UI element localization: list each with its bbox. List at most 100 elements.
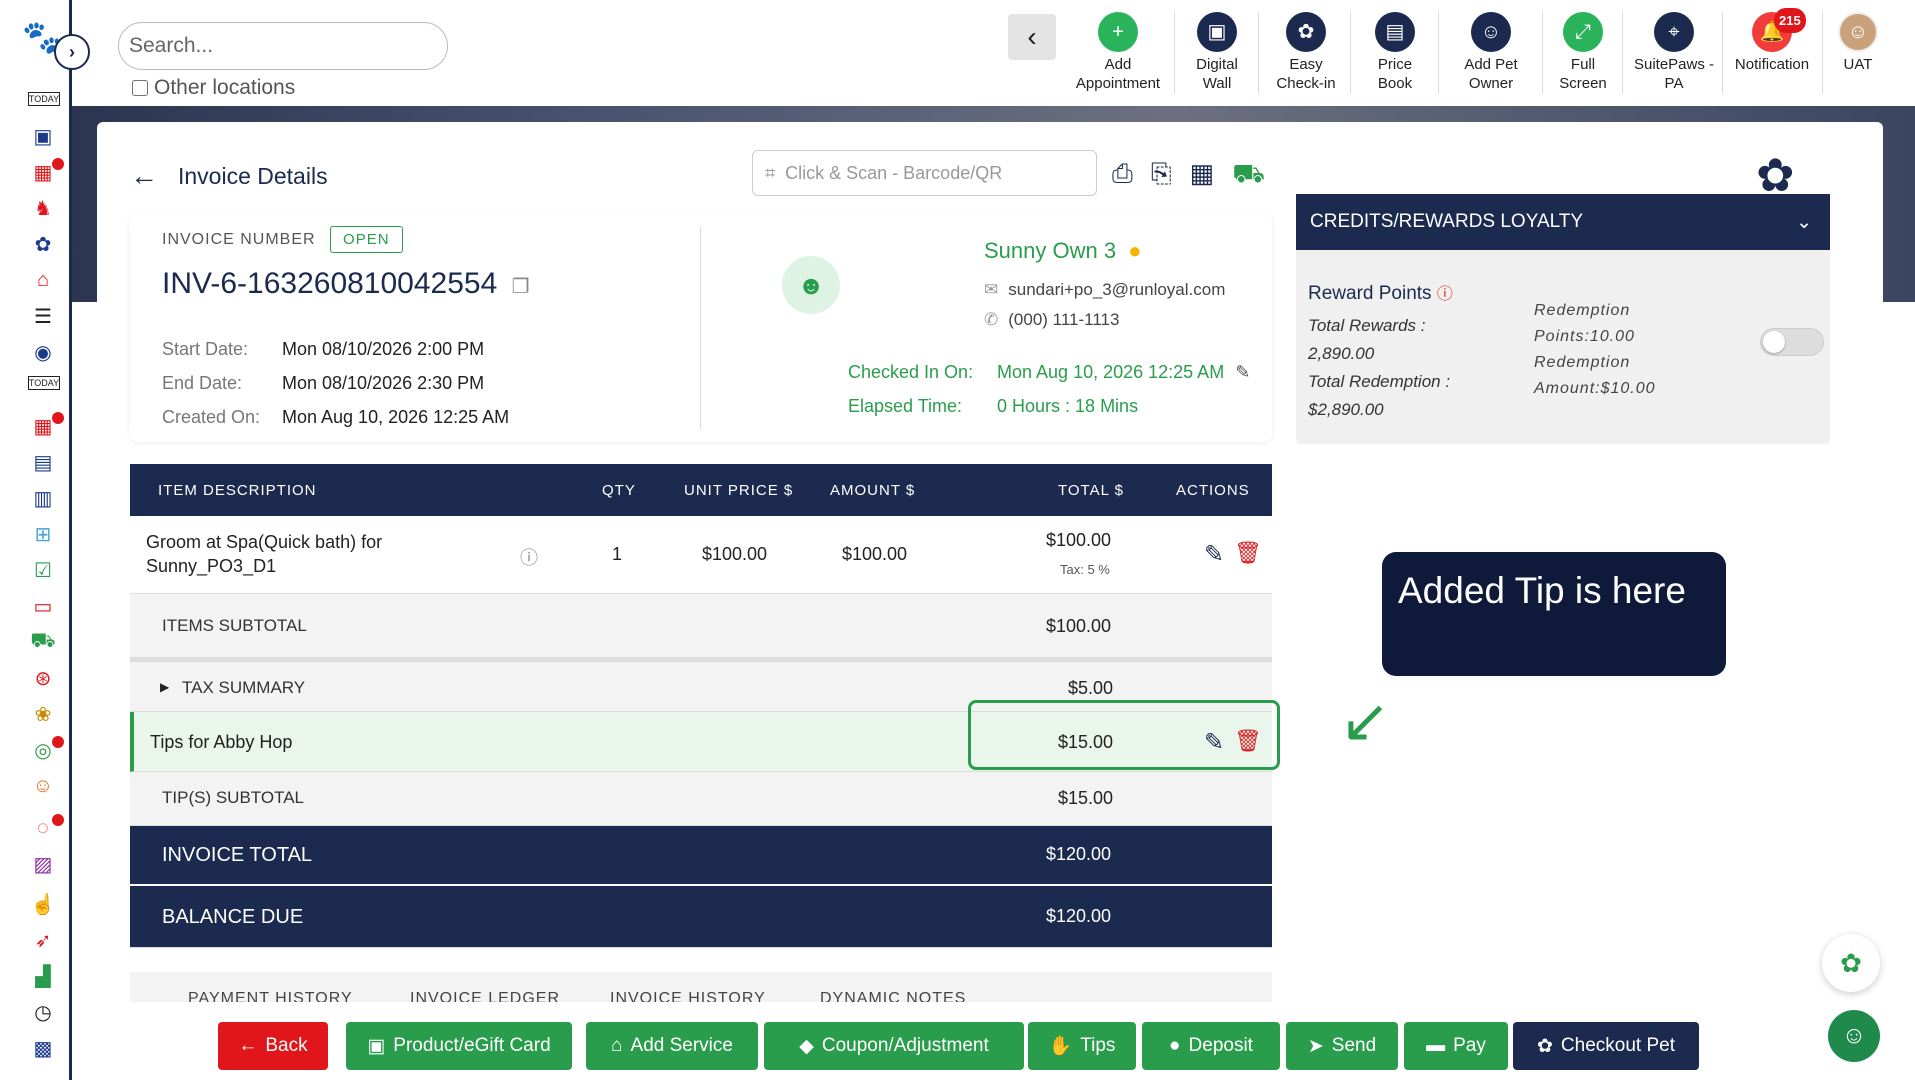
- back-arrow-icon[interactable]: ←: [130, 160, 158, 192]
- item-desc-line2: Sunny_PO3_D1: [146, 556, 277, 576]
- store-icon[interactable]: ⌂: [28, 266, 58, 294]
- chat-icon[interactable]: ◌: [28, 814, 64, 842]
- checked-in-value: Mon Aug 10, 2026 12:25 AM: [997, 362, 1225, 382]
- team-icon[interactable]: ▩: [28, 1034, 58, 1062]
- add-user-icon: ☺: [1471, 12, 1511, 52]
- info-alert-icon[interactable]: ⓘ: [1437, 286, 1453, 303]
- other-locations-checkbox[interactable]: Other locations: [132, 76, 295, 100]
- cart-icon[interactable]: ⛟: [28, 628, 58, 656]
- invoice-number-row: INVOICE NUMBER OPEN INV-6-16326081004255…: [162, 226, 530, 301]
- customer-email: sundari+po_3@runloyal.com: [1008, 280, 1226, 299]
- calendar-grid-icon[interactable]: ▤: [28, 448, 58, 476]
- item-qty: 1: [612, 544, 623, 564]
- suitepaws-label: SuitePaws - PA: [1633, 56, 1715, 92]
- pet-search-icon[interactable]: ◉: [28, 338, 58, 366]
- elapsed-value: 0 Hours : 18 Mins: [997, 396, 1139, 416]
- pay-button[interactable]: ▬ Pay: [1404, 1022, 1508, 1070]
- balance-due-row: BALANCE DUE $120.00: [130, 886, 1272, 948]
- calendar-alert-icon[interactable]: ▦: [28, 412, 64, 440]
- reward-points-label: Reward Points ⓘ: [1308, 280, 1453, 305]
- header-actions: ⎙ ⎘ ▦ ⛟: [1112, 158, 1265, 193]
- table-row: Groom at Spa(Quick bath) for Sunny_PO3_D1…: [130, 516, 1272, 594]
- rocket-icon[interactable]: ➶: [28, 926, 58, 954]
- image-icon[interactable]: ▨: [28, 850, 58, 878]
- chevron-down-icon[interactable]: ⌄: [1796, 211, 1812, 234]
- add-appointment-button[interactable]: + Add Appointment: [1066, 12, 1170, 93]
- customer-name[interactable]: Sunny Own 3 ●: [984, 238, 1142, 264]
- paw-float-button[interactable]: ✿: [1822, 934, 1880, 992]
- list-icon[interactable]: ☰: [28, 302, 58, 330]
- price-book-button[interactable]: ▤ Price Book: [1360, 12, 1430, 93]
- tips-button[interactable]: ✋ Tips: [1028, 1022, 1136, 1070]
- user-avatar: ☺: [1838, 12, 1878, 52]
- chat-bubble-icon[interactable]: ●: [1128, 238, 1141, 263]
- tip-subtotal-row: TIP(S) SUBTOTAL $15.00: [130, 772, 1272, 826]
- product-egift-button[interactable]: ▣ Product/eGift Card: [346, 1022, 572, 1070]
- user-menu-button[interactable]: ☺ UAT: [1828, 12, 1888, 74]
- cart-paw-icon[interactable]: ⛟: [1232, 158, 1265, 193]
- checklist-icon[interactable]: ☑: [28, 556, 58, 584]
- calendar-add-icon: +: [1098, 12, 1138, 52]
- digital-wall-button[interactable]: ▣ Digital Wall: [1182, 12, 1252, 93]
- tax-summary-value: $5.00: [1068, 678, 1114, 698]
- clock-icon[interactable]: ◷: [28, 998, 58, 1026]
- send-button[interactable]: ➤ Send: [1286, 1022, 1398, 1070]
- notification-button[interactable]: 🔔 215 Notification: [1728, 8, 1816, 74]
- person-icon[interactable]: ☺: [28, 772, 58, 800]
- delete-icon[interactable]: 🗑: [1234, 540, 1262, 566]
- back-button[interactable]: ← Back: [218, 1022, 328, 1070]
- top-bar: Other locations ‹ + Add Appointment ▣ Di…: [72, 0, 1915, 106]
- paw-icon: ✿: [1537, 1035, 1553, 1057]
- pet-run-icon[interactable]: ♞: [28, 194, 58, 222]
- cart-paw-icon[interactable]: ⊛: [28, 664, 58, 692]
- coupon-adjustment-button[interactable]: ◆ Coupon/Adjustment: [764, 1022, 1024, 1070]
- layout-icon[interactable]: ⊞: [28, 520, 58, 548]
- suitepaws-location-button[interactable]: ⌖ SuitePaws - PA: [1632, 12, 1716, 93]
- qr-code-icon[interactable]: ▦: [1190, 158, 1215, 193]
- barcode-scan-input[interactable]: ⌗ Click & Scan - Barcode/QR: [752, 150, 1097, 196]
- credits-header[interactable]: CREDITS/REWARDS LOYALTY ⌄: [1296, 194, 1830, 250]
- pencil-icon[interactable]: ✎: [1235, 362, 1250, 382]
- target-icon[interactable]: ◎: [28, 736, 64, 764]
- add-pet-owner-button[interactable]: ☺ Add Pet Owner: [1446, 12, 1536, 93]
- gift-icon: ▣: [367, 1035, 386, 1057]
- full-screen-button[interactable]: ⤢ Full Screen: [1550, 12, 1616, 93]
- other-locations-check[interactable]: [132, 80, 148, 96]
- checkout-pet-button[interactable]: ✿ Checkout Pet: [1513, 1022, 1699, 1070]
- edit-icon[interactable]: ✎: [1204, 540, 1224, 569]
- customer-phone: (000) 111-1113: [1008, 310, 1120, 329]
- calendar-user-icon[interactable]: ▥: [28, 484, 58, 512]
- chart-lock-icon[interactable]: ▟: [28, 962, 58, 990]
- item-desc-line1: Groom at Spa(Quick bath) for: [146, 532, 383, 552]
- bottom-action-bar: ← Back ▣ Product/eGift Card ⌂ Add Service ◆…: [72, 1002, 1915, 1080]
- deposit-button[interactable]: ● Deposit: [1142, 1022, 1280, 1070]
- thumbs-up-icon[interactable]: ☝: [28, 890, 58, 918]
- page-title: Invoice Details: [178, 162, 328, 189]
- checked-in-row: Checked In On: Mon Aug 10, 2026 12:25 AM…: [848, 362, 1250, 383]
- today-search-icon[interactable]: TODAY: [28, 376, 60, 390]
- digital-wall-label: Digital Wall: [1196, 56, 1238, 92]
- receipt-print-icon[interactable]: ⎘: [1151, 158, 1172, 193]
- chat-float-button[interactable]: ☺: [1828, 1010, 1880, 1062]
- customer-avatar-icon: ☻: [782, 256, 840, 314]
- sidebar-toggle-button[interactable]: ›: [54, 34, 90, 70]
- paws-icon[interactable]: ❀: [28, 700, 58, 728]
- item-unit-price: $100.00: [702, 544, 768, 564]
- paw-icon[interactable]: ✿: [28, 230, 58, 258]
- info-icon[interactable]: ⓘ: [520, 544, 538, 570]
- today-icon[interactable]: TODAY: [28, 92, 60, 106]
- col-amount: AMOUNT $: [830, 481, 916, 499]
- tax-summary-label: TAX SUMMARY: [182, 678, 306, 697]
- search-input[interactable]: [118, 22, 448, 70]
- dashboard-icon[interactable]: ▣: [28, 122, 58, 150]
- easy-checkin-button[interactable]: ✿ Easy Check-in: [1270, 12, 1342, 93]
- elapsed-label: Elapsed Time:: [848, 396, 963, 416]
- redemption-toggle[interactable]: [1760, 328, 1824, 356]
- print-icon[interactable]: ⎙: [1112, 158, 1133, 193]
- copy-icon[interactable]: ❐: [512, 276, 530, 298]
- col-unit-price: UNIT PRICE $: [684, 481, 794, 499]
- calendar-icon[interactable]: ▦: [28, 158, 64, 186]
- collapse-arrow-button[interactable]: ‹: [1008, 14, 1056, 60]
- add-service-button[interactable]: ⌂ Add Service: [586, 1022, 758, 1070]
- document-icon[interactable]: ▭: [28, 592, 58, 620]
